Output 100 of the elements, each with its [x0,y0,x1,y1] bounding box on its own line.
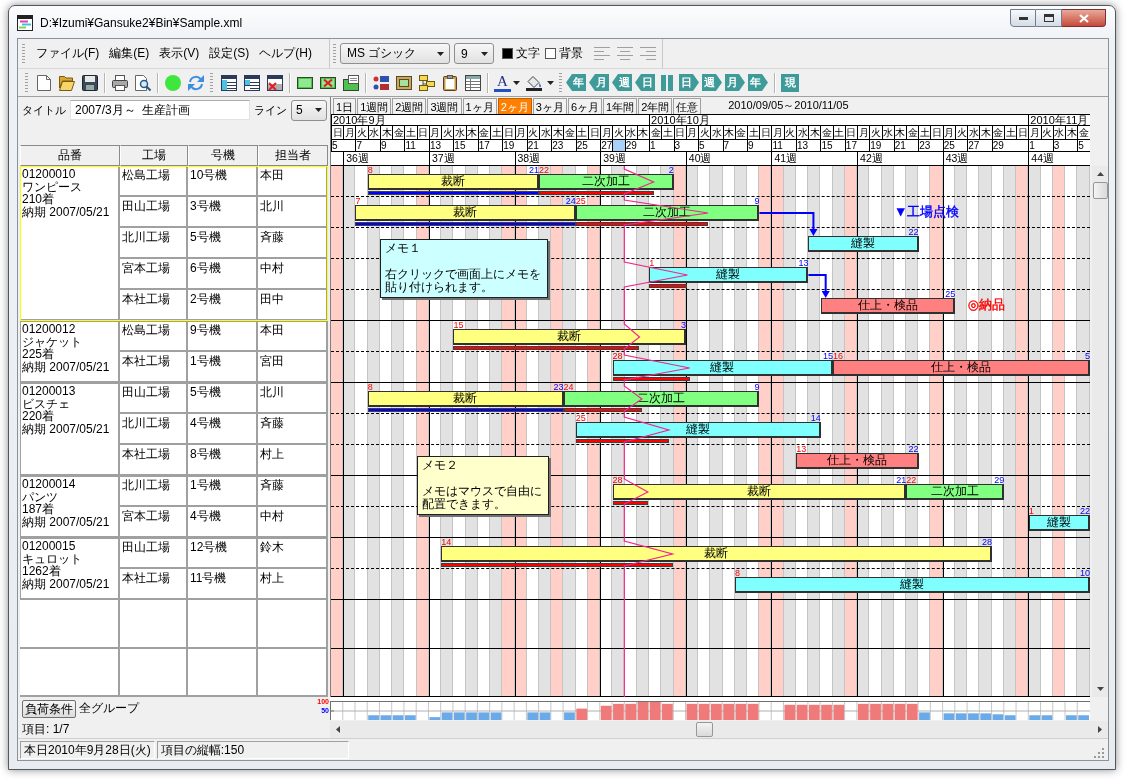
weekday-cell: 月 [942,126,955,139]
resize-grip-icon[interactable] [1093,747,1104,758]
row-group[interactable]: 01200015 キュロット 1262着 納期 2007/05/21 田山工場 12号機 鈴木 本社工場 11号機 村上 [20,538,328,600]
color-button[interactable]: 背景 [545,45,588,62]
bar-comment-icon[interactable] [342,74,359,91]
end-date-label: 29 [994,476,1005,484]
date-cell: 23 [551,140,564,151]
print-preview-icon[interactable] [134,74,151,91]
period-tab[interactable]: 1日 [333,98,357,114]
table-layout-icon[interactable] [243,74,260,91]
vertical-scrollbar[interactable] [1092,166,1108,697]
period-tab[interactable]: 3週間 [427,98,462,114]
bar-icon[interactable] [296,74,313,91]
open-folder-icon[interactable] [58,74,75,91]
font-color-button[interactable]: A [494,73,511,92]
refresh-icon[interactable] [187,74,204,91]
font-size-select[interactable]: 9 [454,43,494,64]
product-code: 01200012 [22,323,76,336]
product-name: パンツ [22,490,58,503]
period-tab[interactable]: 1週間 [357,98,392,114]
row-group[interactable]: 01200012 ジャケット 225着 納期 2007/05/21 松島工場 9号機 本田 本社工場 1号機 宮田 [20,321,328,383]
table-cell: 北川 [258,197,328,226]
start-date-label: 7 [355,197,361,205]
caret-icon[interactable] [315,108,322,112]
table-cell: 田山工場 [120,197,188,226]
scroll-thumb[interactable] [1092,182,1108,199]
title-field[interactable]: 2007/3月～ 生産計画 [70,100,250,120]
column-header[interactable]: 品番 [20,145,120,166]
caret-icon[interactable] [513,80,520,85]
table-delete-icon[interactable] [266,74,283,91]
menu-item[interactable]: ヘルプ(H) [258,44,313,63]
period-tab[interactable]: 任意 [673,98,702,114]
menu-item[interactable]: 表示(V) [158,44,201,63]
font-select[interactable]: MS ゴシック [340,43,450,64]
group-label: 全グループ [79,700,139,717]
period-tab[interactable]: 1ヶ月 [462,98,497,114]
new-file-icon[interactable] [35,74,52,91]
save-icon[interactable] [81,74,98,91]
weekday-cell: 金 [820,126,833,139]
menu-item[interactable]: 設定(S) [208,44,251,63]
scroll-thumb[interactable] [695,721,713,737]
end-date-label: 28 [982,538,993,546]
clipboard-icon[interactable] [441,74,458,91]
up-arrow-icon[interactable] [1096,172,1104,176]
weekday-cell: 火 [698,126,711,139]
column-header[interactable]: 工場 [120,145,188,166]
date-cell: 19 [869,140,882,151]
hierarchy-icon[interactable] [418,74,435,91]
bar-delete-icon[interactable] [319,74,336,91]
caret-icon[interactable] [437,51,444,56]
week-label: 44週 [1028,152,1090,165]
minimize-button[interactable] [1010,9,1036,27]
weekday-cell: 水 [624,126,637,139]
line-select[interactable]: 5 [291,99,327,121]
period-tab[interactable]: 2年間 [638,98,673,114]
print-icon[interactable] [111,74,128,91]
end-date-label: 2 [668,166,674,174]
column-header[interactable]: 号機 [188,145,258,166]
load-bar [870,703,881,720]
date-cell: 9 [379,140,393,151]
column-header[interactable]: 担当者 [258,145,328,166]
table-icon[interactable] [464,74,481,91]
period-tab[interactable]: 1年間 [603,98,638,114]
pause-button[interactable] [658,74,676,91]
right-arrow-icon[interactable] [1098,725,1102,733]
menu-item[interactable]: ファイル(F) [35,44,101,63]
close-button[interactable] [1062,9,1106,27]
period-tab[interactable]: 6ヶ月 [567,98,602,114]
fill-bucket-icon[interactable] [525,74,542,91]
weekday-cell: 木 [636,126,650,139]
period-tab[interactable]: 3ヶ月 [532,98,567,114]
menu-item[interactable]: 編集(E) [108,44,151,63]
maximize-button[interactable] [1036,9,1062,27]
load-bar [711,703,722,720]
load-condition-button[interactable]: 負荷条件 [22,699,76,718]
date-cell: 1 [1028,140,1041,151]
end-date-label: 22 [908,228,919,236]
weekday-cell: 月 [685,126,699,139]
frame-icon[interactable] [395,74,412,91]
horizontal-scrollbar[interactable] [330,720,1108,738]
caret-icon[interactable] [481,51,488,56]
task-bar: 仕上・検品 [832,360,1090,376]
product-name: ジャケット [22,335,82,348]
date-cell: 5 [698,140,711,151]
date-cell: 13 [795,140,809,151]
row-group[interactable]: 01200014 パンツ 187着 納期 2007/05/21 北川工場 1号機 斉藤 宮本工場 4号機 中村 [20,476,328,538]
down-arrow-icon[interactable] [1096,687,1104,691]
weekday-cell: 日 [1016,126,1029,139]
period-tab[interactable]: 2週間 [392,98,427,114]
table-layout-icon[interactable] [220,74,237,91]
table-cell: 1号機 [188,352,258,381]
legend-icon[interactable] [372,74,389,91]
date-cell: 15 [820,140,833,151]
color-button[interactable]: 文字 [502,45,545,62]
table-cell: 宮本工場 [120,259,188,288]
row-group[interactable]: 01200010 ワンピース 210着 納期 2007/05/21 松島工場 10号機 本田 田山工場 3号機 北川 北川工場 5号機 斉藤 宮本工場 6号機 中村 本社工場 2号機 田中 [20,166,328,321]
row-group[interactable]: 01200013 ビスチェ 220着 納期 2007/05/21 田山工場 5号機 北川 北川工場 4号機 斉藤 本社工場 8号機 村上 [20,383,328,476]
caret-icon[interactable] [547,80,554,85]
left-arrow-icon[interactable] [336,725,340,733]
date-cell: 17 [477,140,491,151]
